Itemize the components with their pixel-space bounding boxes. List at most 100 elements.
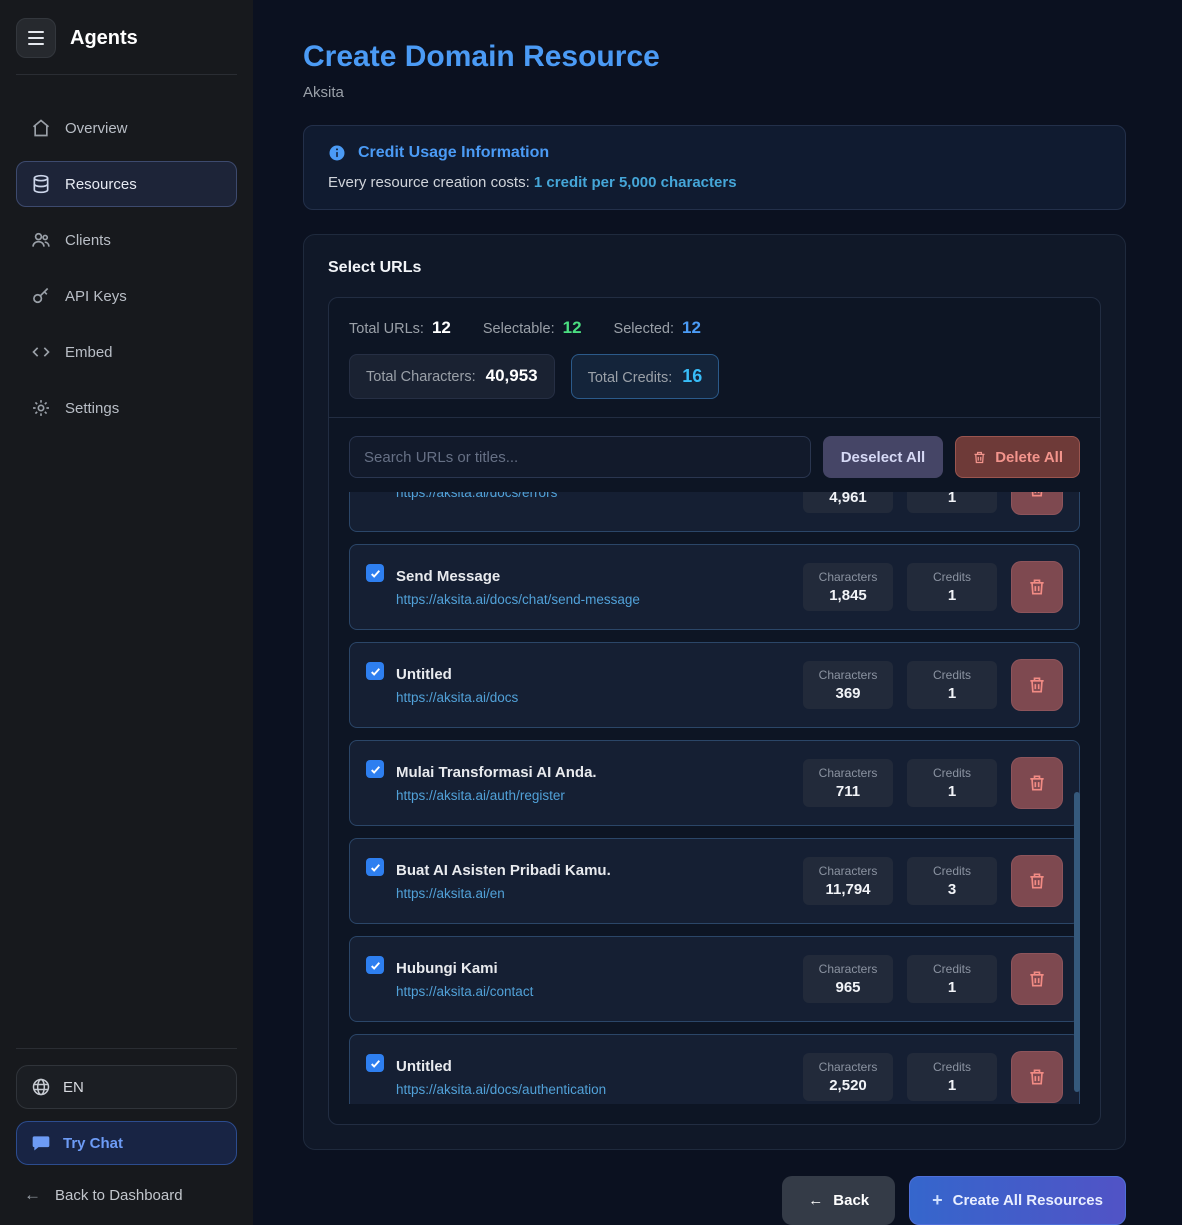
url-meta: Buat AI Asisten Pribadi Kamu. https://ak… <box>396 862 611 901</box>
selected-stat: Selected: 12 <box>614 318 701 338</box>
delete-url-button[interactable] <box>1011 659 1063 711</box>
select-urls-card: Select URLs Total URLs: 12 Selectable: 1… <box>303 234 1126 1150</box>
deselect-all-button[interactable]: Deselect All <box>823 436 944 478</box>
credits-chip-value: 1 <box>921 492 983 506</box>
sidebar-nav: Overview Resources Clients API Keys Embe… <box>16 105 237 431</box>
total-urls-value: 12 <box>432 318 451 338</box>
characters-chip-value: 11,794 <box>817 881 879 898</box>
trash-icon <box>1027 675 1047 695</box>
credits-chip-label: Credits <box>921 668 983 682</box>
characters-chip: Characters 369 <box>803 661 893 709</box>
url-meta: Untitled https://aksita.ai/docs <box>396 666 518 705</box>
sidebar-item-resources[interactable]: Resources <box>16 161 237 207</box>
search-row: Deselect All Delete All <box>349 436 1080 478</box>
search-input[interactable] <box>349 436 811 478</box>
sidebar-item-settings[interactable]: Settings <box>16 385 237 431</box>
chat-icon <box>31 1133 51 1153</box>
total-urls-stat: Total URLs: 12 <box>349 318 451 338</box>
credit-info-text-highlight: 1 credit per 5,000 characters <box>534 174 737 191</box>
characters-chip-value: 369 <box>817 685 879 702</box>
back-to-dashboard-link[interactable]: ← Back to Dashboard <box>16 1185 237 1205</box>
select-urls-title: Select URLs <box>328 259 1101 277</box>
main-content: Create Domain Resource Aksita Credit Usa… <box>253 0 1182 1225</box>
delete-url-button[interactable] <box>1011 1051 1063 1103</box>
row-right: Characters 369 Credits 1 <box>803 659 1063 711</box>
url-checkbox[interactable] <box>366 564 384 582</box>
url-link[interactable]: https://aksita.ai/en <box>396 886 611 901</box>
url-link[interactable]: https://aksita.ai/docs/authentication <box>396 1082 606 1097</box>
sidebar: Agents Overview Resources Clients API Ke… <box>0 0 253 1225</box>
back-button[interactable]: ← Back <box>782 1176 895 1225</box>
url-link[interactable]: https://aksita.ai/contact <box>396 984 533 999</box>
delete-all-button[interactable]: Delete All <box>955 436 1080 478</box>
credits-chip-value: 1 <box>921 1077 983 1094</box>
delete-url-button[interactable] <box>1011 757 1063 809</box>
url-checkbox[interactable] <box>366 760 384 778</box>
credits-chip-label: Credits <box>921 1060 983 1074</box>
url-meta: Hubungi Kami https://aksita.ai/contact <box>396 960 533 999</box>
url-link[interactable]: https://aksita.ai/docs/chat/send-message <box>396 592 640 607</box>
url-title: Hubungi Kami <box>396 960 533 977</box>
database-icon <box>31 174 51 194</box>
language-selector[interactable]: EN <box>16 1065 237 1109</box>
delete-url-button[interactable] <box>1011 953 1063 1005</box>
info-icon <box>328 144 346 162</box>
sidebar-item-label: API Keys <box>65 288 127 305</box>
delete-all-label: Delete All <box>995 449 1063 466</box>
code-icon <box>31 342 51 362</box>
url-title: Mulai Transformasi AI Anda. <box>396 764 597 781</box>
characters-chip-label: Characters <box>817 1060 879 1074</box>
url-link[interactable]: https://aksita.ai/docs <box>396 690 518 705</box>
characters-chip: Characters 711 <box>803 759 893 807</box>
url-row: Hubungi Kami https://aksita.ai/contact C… <box>349 936 1080 1022</box>
delete-url-button[interactable] <box>1011 561 1063 613</box>
characters-chip: Characters 2,520 <box>803 1053 893 1101</box>
url-row: Untitled https://aksita.ai/docs/authenti… <box>349 1034 1080 1104</box>
url-row: Mulai Transformasi AI Anda. https://aksi… <box>349 740 1080 826</box>
characters-chip-label: Characters <box>817 668 879 682</box>
credits-chip-label: Credits <box>921 766 983 780</box>
url-checkbox[interactable] <box>366 858 384 876</box>
home-icon <box>31 118 51 138</box>
url-link[interactable]: https://aksita.ai/docs/errors <box>396 492 557 500</box>
credit-info-banner: Credit Usage Information Every resource … <box>303 125 1126 210</box>
characters-chip-label: Characters <box>817 570 879 584</box>
key-icon <box>31 286 51 306</box>
total-urls-label: Total URLs: <box>349 321 424 337</box>
url-list-container: https://aksita.ai/docs/errors Characters… <box>349 492 1080 1104</box>
selectable-value: 12 <box>563 318 582 338</box>
list-scrollbar-thumb[interactable] <box>1074 792 1080 1092</box>
url-checkbox[interactable] <box>366 1054 384 1072</box>
row-right: Characters 11,794 Credits 3 <box>803 855 1063 907</box>
arrow-left-icon: ← <box>808 1192 823 1209</box>
sidebar-item-overview[interactable]: Overview <box>16 105 237 151</box>
credits-chip-value: 1 <box>921 783 983 800</box>
characters-chip-value: 1,845 <box>817 587 879 604</box>
url-checkbox[interactable] <box>366 956 384 974</box>
credits-chip-label: Credits <box>921 864 983 878</box>
total-characters-box: Total Characters: 40,953 <box>349 354 555 399</box>
create-all-resources-button[interactable]: + Create All Resources <box>909 1176 1126 1225</box>
credits-chip: Credits 1 <box>907 759 997 807</box>
trash-icon <box>1027 773 1047 793</box>
characters-chip: Characters 965 <box>803 955 893 1003</box>
try-chat-button[interactable]: Try Chat <box>16 1121 237 1165</box>
url-checkbox[interactable] <box>366 662 384 680</box>
selectable-label: Selectable: <box>483 321 555 337</box>
characters-chip-label: Characters <box>817 766 879 780</box>
delete-url-button[interactable] <box>1011 855 1063 907</box>
sidebar-header: Agents <box>16 16 237 75</box>
delete-url-button[interactable] <box>1011 492 1063 515</box>
url-title: Send Message <box>396 568 640 585</box>
trash-icon <box>1027 1067 1047 1087</box>
sidebar-item-api-keys[interactable]: API Keys <box>16 273 237 319</box>
sidebar-item-embed[interactable]: Embed <box>16 329 237 375</box>
gear-icon <box>31 398 51 418</box>
trash-icon <box>972 450 987 465</box>
total-characters-label: Total Characters: <box>366 369 476 385</box>
credits-chip-label: Credits <box>921 962 983 976</box>
characters-chip-value: 4,961 <box>817 492 879 506</box>
hamburger-menu-button[interactable] <box>16 18 56 58</box>
sidebar-item-clients[interactable]: Clients <box>16 217 237 263</box>
url-link[interactable]: https://aksita.ai/auth/register <box>396 788 597 803</box>
